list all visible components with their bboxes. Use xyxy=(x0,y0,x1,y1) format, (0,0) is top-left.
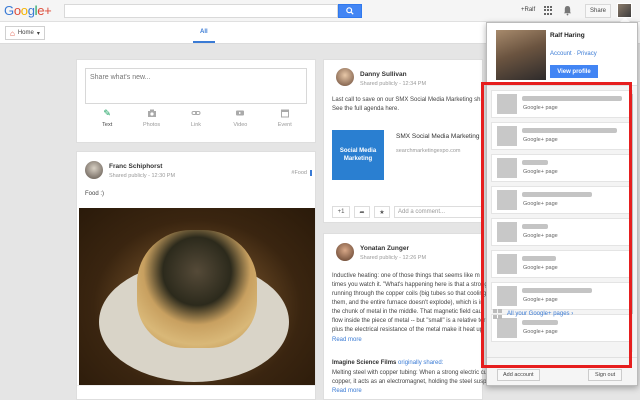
post-text-line: the chunk of metal in the middle. That m… xyxy=(332,309,482,315)
smx-logo[interactable]: Social Media Marketing xyxy=(332,130,384,180)
highlight-box xyxy=(481,82,632,368)
home-dropdown[interactable]: ⌂ Home ▾ xyxy=(5,26,45,40)
comment-input[interactable]: Add a comment... xyxy=(394,206,482,218)
avatar[interactable] xyxy=(336,243,354,261)
tool-label: Event xyxy=(277,122,292,128)
avatar[interactable] xyxy=(85,161,103,179)
post-text: Last call to save on our SMX Social Medi… xyxy=(332,97,481,103)
google-plus-logo[interactable]: Google+ xyxy=(4,3,52,18)
profile-photo[interactable] xyxy=(496,30,546,80)
author-name[interactable]: Danny Sullivan xyxy=(360,71,407,78)
tool-label: Video xyxy=(233,122,248,128)
pie-shape xyxy=(137,230,257,348)
link-icon xyxy=(191,111,201,115)
add-account-button[interactable]: Add account xyxy=(497,369,540,381)
post-text-line: flow inside the piece of metal -- but "s… xyxy=(332,318,486,324)
reshare-verb: originally shared: xyxy=(398,360,444,366)
share-box: Share what's new... ✎ Text Photos Link V… xyxy=(76,59,316,143)
search-icon xyxy=(346,7,354,15)
share-input[interactable]: Share what's new... xyxy=(85,68,307,104)
post-text-line: Inductive heating: one of those things t… xyxy=(332,273,480,279)
reshare-button[interactable]: ➦ xyxy=(354,206,370,218)
share-link-button[interactable]: Link xyxy=(176,108,216,138)
tab-all-underline xyxy=(193,41,215,43)
reshare-text-line: Melting steel with copper tubing: When a… xyxy=(332,370,488,376)
read-more-link[interactable]: Read more xyxy=(332,387,362,396)
post-text-line: running through the copper coils (big tu… xyxy=(332,291,487,297)
share-text-button[interactable]: ✎ Text xyxy=(87,108,127,138)
link-title[interactable]: SMX Social Media Marketing xyxy=(396,132,479,141)
post-card: Franc Schiphorst Shared publicly - 12:30… xyxy=(76,151,316,400)
video-icon xyxy=(236,110,245,116)
calendar-icon xyxy=(280,109,289,118)
tool-label: Link xyxy=(190,122,202,128)
reshare-header: Imagine Science Films originally shared: xyxy=(332,359,443,368)
post-text-line: plus the electrical resistance of the me… xyxy=(332,327,484,333)
star-icon: ★ xyxy=(379,209,385,216)
sign-out-button[interactable]: Sign out xyxy=(588,369,623,381)
post-footer xyxy=(77,385,315,399)
author-name[interactable]: Franc Schiphorst xyxy=(109,163,162,170)
tab-all[interactable]: All xyxy=(200,29,208,35)
share-photos-button[interactable]: Photos xyxy=(132,108,172,138)
post-card: Danny Sullivan Shared publicly - 12:34 P… xyxy=(323,59,483,223)
chevron-down-icon: ▾ xyxy=(36,30,40,37)
reshare-source[interactable]: Imagine Science Films xyxy=(332,360,396,366)
apps-grid-icon[interactable] xyxy=(544,6,553,15)
reshare-icon: ➦ xyxy=(359,209,365,216)
home-icon: ⌂ xyxy=(10,28,15,38)
share-video-button[interactable]: Video xyxy=(220,108,260,138)
home-label: Home xyxy=(17,30,34,36)
share-event-button[interactable]: Event xyxy=(265,108,305,138)
post-card: Yonatan Zunger Shared publicly - 12:26 P… xyxy=(323,233,490,400)
plus-user-link[interactable]: +Ralf xyxy=(521,7,535,13)
privacy-link[interactable]: Privacy xyxy=(577,51,597,57)
star-button[interactable]: ★ xyxy=(374,206,390,218)
account-links: Account · Privacy xyxy=(550,51,597,57)
notification-bell-icon[interactable] xyxy=(563,5,572,16)
post-meta: Shared publicly - 12:26 PM xyxy=(360,255,427,261)
link-url[interactable]: searchmarketingexpo.com xyxy=(396,148,461,154)
account-avatar[interactable] xyxy=(617,3,632,18)
tool-label: Text xyxy=(102,122,113,128)
post-photo[interactable] xyxy=(79,208,315,386)
post-text-2: See the full agenda here. xyxy=(332,106,400,112)
post-text-line: them, and the entire furnace doesn't exp… xyxy=(332,300,484,306)
top-bar: Google+ +Ralf Share xyxy=(0,0,640,22)
share-tools: ✎ Text Photos Link Video Event xyxy=(85,108,307,138)
pencil-icon: ✎ xyxy=(103,107,111,118)
author-name[interactable]: Yonatan Zunger xyxy=(360,245,409,252)
share-button[interactable]: Share xyxy=(585,4,611,18)
search-input[interactable] xyxy=(64,4,338,18)
account-link[interactable]: Account xyxy=(550,51,572,57)
view-profile-button[interactable]: View profile xyxy=(550,65,598,78)
post-meta: Shared publicly - 12:34 PM xyxy=(360,81,427,87)
post-meta: Shared publicly - 12:30 PM xyxy=(109,173,176,179)
post-text-line: times you watch it. "What's happening he… xyxy=(332,282,488,288)
account-name: Ralf Haring xyxy=(550,32,585,39)
avatar[interactable] xyxy=(336,68,354,86)
read-more-link[interactable]: Read more xyxy=(332,336,362,345)
hashtag[interactable]: #Food xyxy=(291,170,312,176)
plus-one-button[interactable]: +1 xyxy=(332,206,350,218)
tool-label: Photos xyxy=(143,122,161,128)
logo-text: Social Media Marketing xyxy=(339,148,377,162)
search-button[interactable] xyxy=(338,4,362,18)
reshare-text-line: copper, it acts as an electromagnet, hol… xyxy=(332,379,490,385)
camera-icon xyxy=(147,109,156,117)
post-text: Food :) xyxy=(85,191,105,197)
